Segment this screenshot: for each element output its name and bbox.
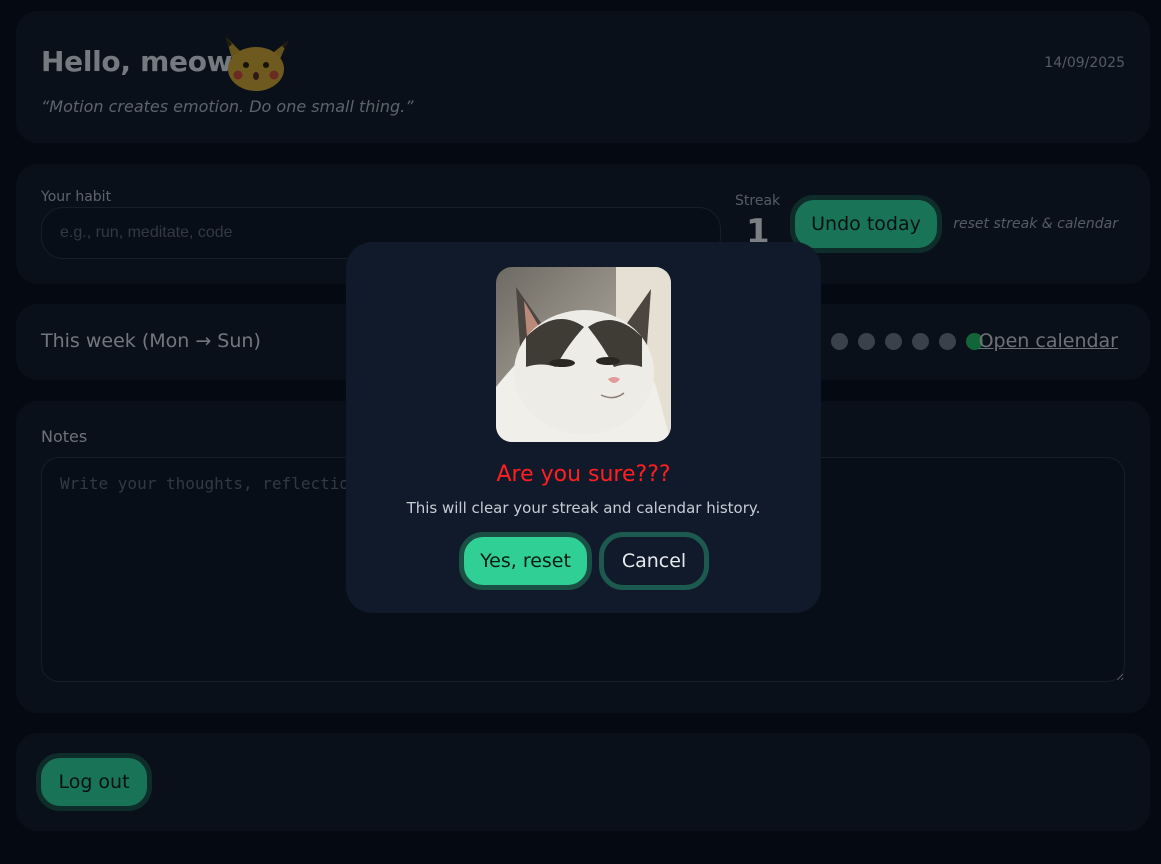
reset-confirm-dialog: Are you sure??? This will clear your str… bbox=[346, 242, 821, 613]
dialog-title: Are you sure??? bbox=[496, 462, 671, 487]
dialog-message: This will clear your streak and calendar… bbox=[406, 499, 761, 517]
cancel-button[interactable]: Cancel bbox=[599, 532, 709, 590]
confirm-reset-button[interactable]: Yes, reset bbox=[459, 532, 592, 590]
cat-photo bbox=[496, 267, 671, 442]
